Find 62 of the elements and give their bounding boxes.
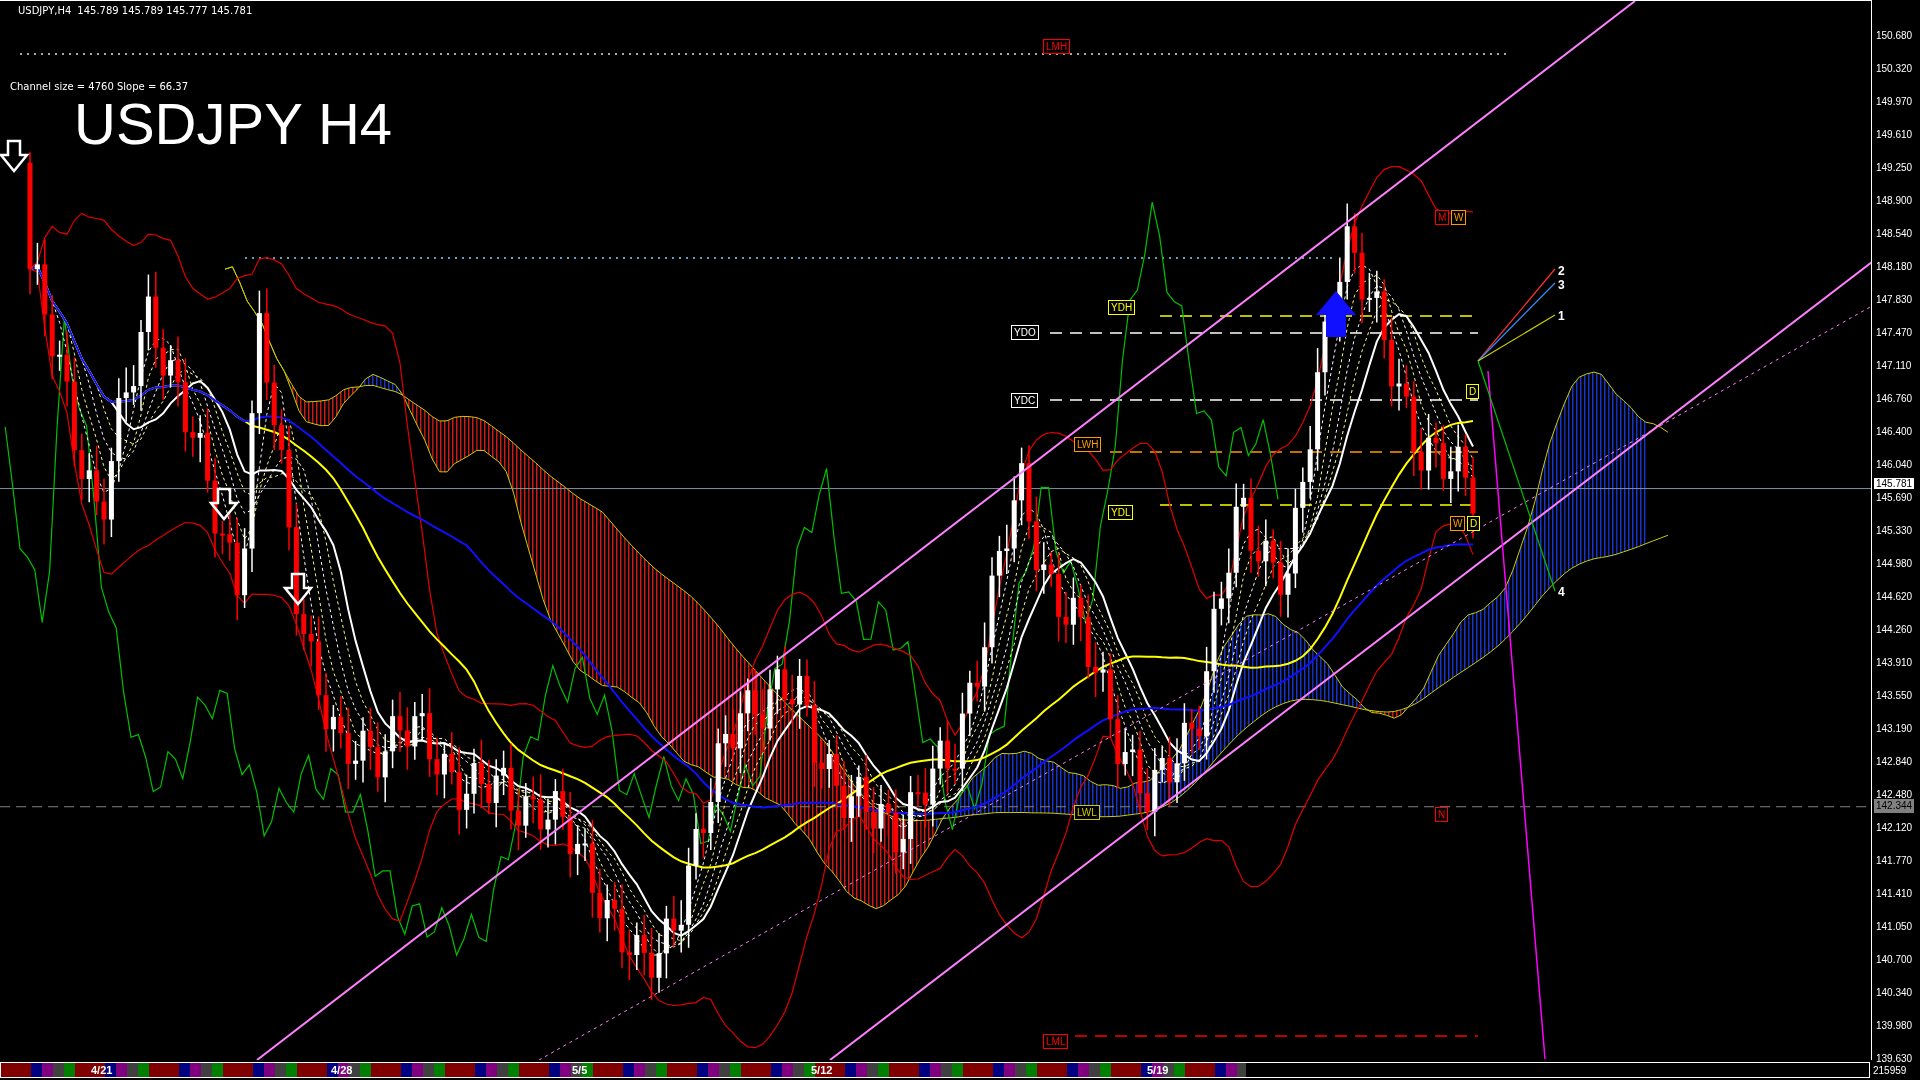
price-label: 148.180 — [1876, 261, 1913, 272]
level-label: D — [1466, 384, 1480, 399]
price-label: 147.110 — [1876, 360, 1912, 371]
price-label: 142.120 — [1876, 822, 1913, 833]
price-label: 150.680 — [1876, 30, 1913, 41]
price-label: 147.830 — [1876, 294, 1913, 305]
line-number: 4 — [1558, 585, 1565, 599]
date-label: 5/12 — [811, 1063, 833, 1077]
level-label: YDC — [1011, 393, 1039, 408]
line-number: 3 — [1558, 278, 1565, 292]
price-label: 149.610 — [1876, 129, 1913, 140]
line-number: 2 — [1558, 264, 1565, 278]
date-label: 5/19 — [1147, 1063, 1169, 1077]
price-label: 144.260 — [1876, 624, 1913, 635]
level-label: LWH — [1074, 437, 1102, 452]
price-label: 144.620 — [1876, 591, 1913, 602]
price-label: 148.900 — [1876, 195, 1913, 206]
price-label: 146.760 — [1876, 393, 1913, 404]
level-label: M — [1435, 210, 1450, 225]
level-label: LWL — [1074, 805, 1100, 820]
level-label: LMH — [1043, 39, 1071, 54]
price-label: 149.250 — [1876, 162, 1913, 173]
price-label: 141.050 — [1876, 921, 1913, 932]
price-label: 146.040 — [1876, 459, 1913, 470]
price-label: 141.770 — [1876, 855, 1913, 866]
price-marker-badge: 142.344 — [1874, 798, 1915, 813]
channel-info: Channel size = 4760 Slope = 66.37 — [10, 81, 189, 92]
price-label: 142.480 — [1876, 789, 1913, 800]
price-label: 150.320 — [1876, 63, 1913, 74]
date-label: 4/21 — [91, 1063, 113, 1077]
level-label: YDH — [1108, 300, 1136, 315]
price-label: 143.910 — [1876, 657, 1913, 668]
price-label: 143.190 — [1876, 723, 1913, 734]
level-label: YDL — [1108, 505, 1134, 520]
level-label: W — [1450, 516, 1466, 531]
ohlc-prices: 145.789 145.789 145.777 145.781 — [77, 5, 253, 16]
price-label: 142.840 — [1876, 756, 1913, 767]
chart-title: USDJPY H4 — [74, 95, 393, 153]
level-label: N — [1435, 807, 1449, 822]
line-number: 1 — [1558, 309, 1565, 323]
level-label: W — [1451, 210, 1467, 225]
price-label: 139.630 — [1876, 1053, 1913, 1064]
level-label: D — [1467, 516, 1481, 531]
price-label: 143.550 — [1876, 690, 1913, 701]
price-label: 141.410 — [1876, 888, 1913, 899]
level-label: LML — [1043, 1034, 1069, 1049]
symbol-label: USDJPY,H4 — [18, 5, 72, 16]
price-label: 140.700 — [1876, 954, 1913, 965]
price-label: 139.980 — [1876, 1020, 1913, 1031]
price-label: 140.340 — [1876, 987, 1913, 998]
price-label: 145.690 — [1876, 492, 1913, 503]
level-label: YDO — [1011, 325, 1039, 340]
price-label: 148.540 — [1876, 228, 1913, 239]
corner-value: 215959 — [1872, 1064, 1907, 1076]
price-label: 149.970 — [1876, 96, 1913, 107]
date-label: 4/28 — [331, 1063, 353, 1077]
bid-price-badge: 145.781 — [1874, 477, 1915, 489]
price-label: 147.470 — [1876, 327, 1913, 338]
price-label: 144.980 — [1876, 558, 1913, 569]
date-label: 5/5 — [572, 1063, 588, 1077]
price-label: 146.400 — [1876, 426, 1913, 437]
price-label: 145.330 — [1876, 525, 1913, 536]
